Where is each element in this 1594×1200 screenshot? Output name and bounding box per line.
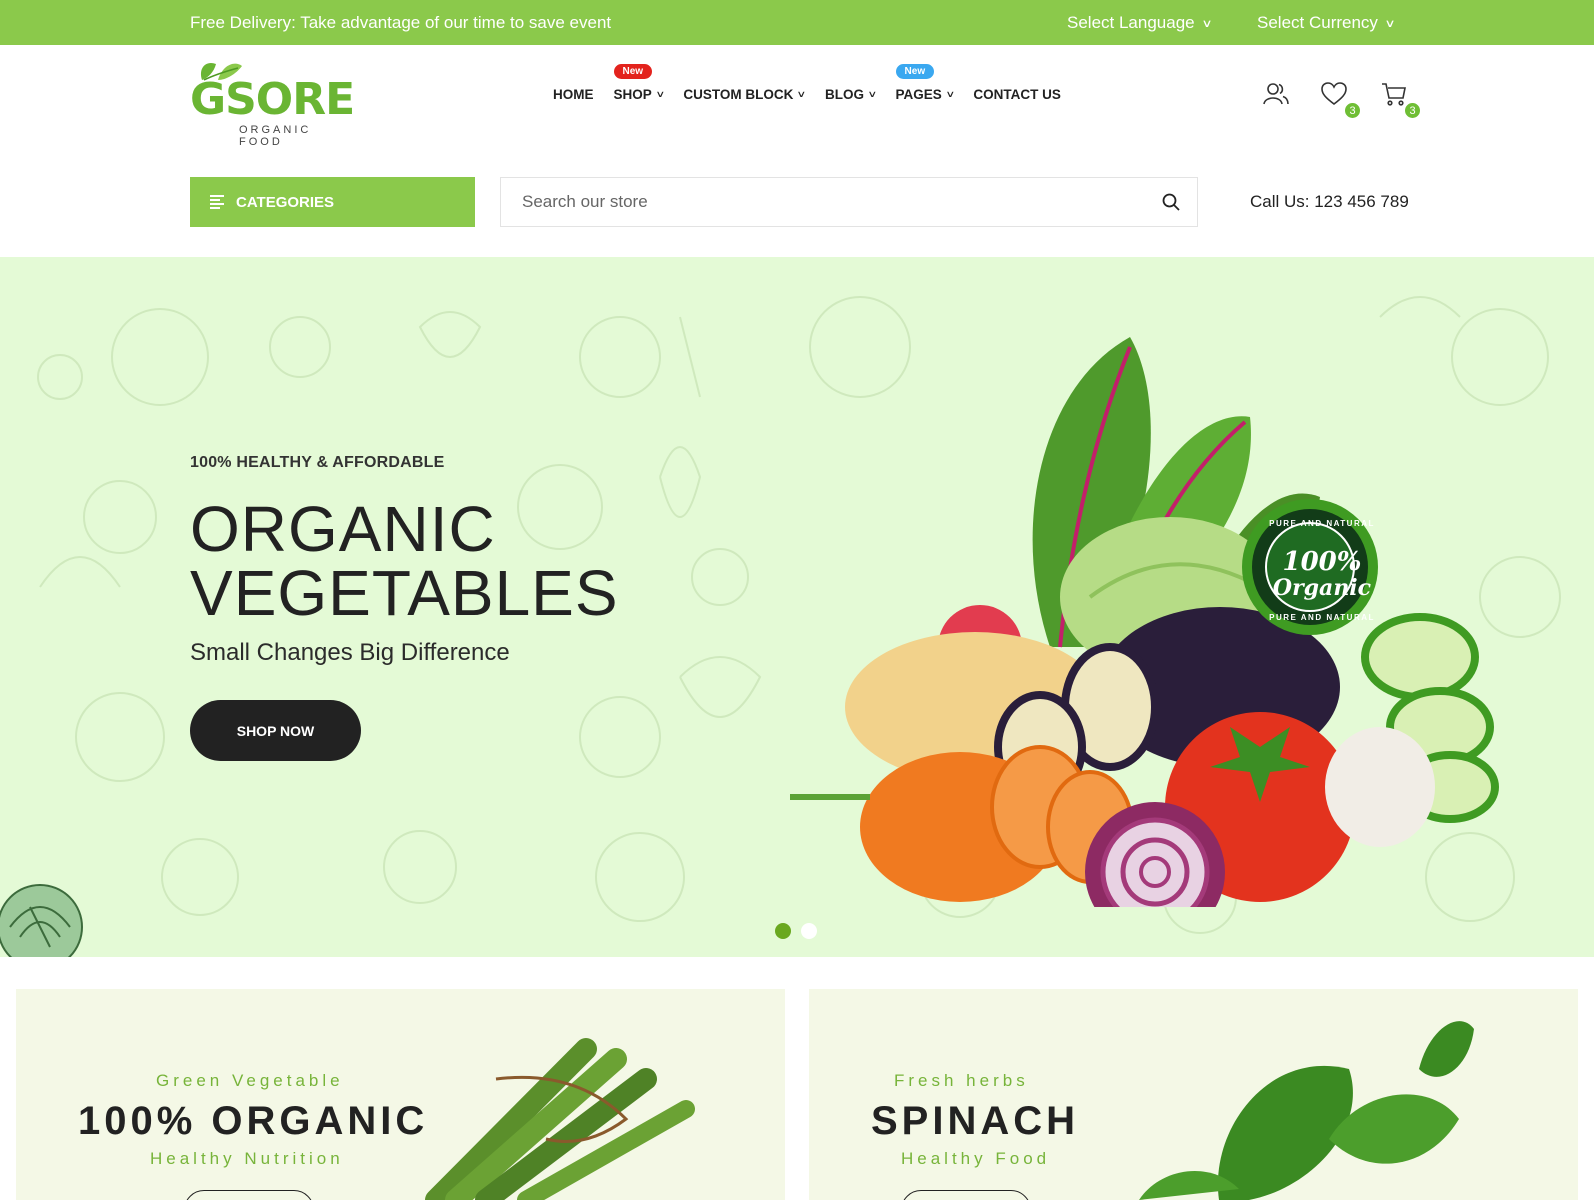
chevron-down-icon: ∨ [796, 89, 807, 99]
promo-banner-spinach[interactable]: Fresh herbs SPINACH Healthy Food [809, 989, 1578, 1200]
account-button[interactable] [1262, 80, 1292, 110]
banner-shop-button[interactable] [184, 1190, 314, 1200]
top-bar: Free Delivery: Take advantage of our tim… [0, 0, 1594, 45]
hero-title-line-1: ORGANIC [190, 493, 496, 565]
organic-seal: PURE AND NATURAL 100% Organic PURE AND N… [1254, 505, 1390, 641]
search-box [500, 177, 1198, 227]
nav-pages[interactable]: New PAGES ∨ [895, 64, 956, 102]
nav-custom-block[interactable]: CUSTOM BLOCK ∨ [683, 87, 807, 102]
vegetables-image [790, 337, 1499, 907]
nav-shop[interactable]: New SHOP ∨ [613, 64, 666, 102]
nav-contact[interactable]: CONTACT US [973, 87, 1061, 102]
nav-blog-label: BLOG [824, 87, 864, 102]
site-logo[interactable]: GSORE ORGANIC FOOD [190, 58, 360, 148]
cabbage-illustration [0, 884, 83, 957]
asparagus-image [425, 1038, 695, 1200]
chevron-down-icon: ∨ [867, 89, 878, 99]
menu-icon [210, 195, 224, 209]
chevron-down-icon: ∨ [655, 89, 666, 99]
banner-kicker: Green Vegetable [156, 1071, 344, 1090]
banner-subtitle: Healthy Nutrition [150, 1149, 344, 1168]
chevron-down-icon: ∨ [1200, 17, 1213, 30]
banner-title: 100% ORGANIC [78, 1099, 429, 1143]
nav-pages-label: PAGES [895, 87, 942, 102]
currency-selector[interactable]: Select Currency ∨ [1257, 13, 1396, 33]
main-nav: HOME New SHOP ∨ CUSTOM BLOCK ∨ BLOG ∨ Ne… [553, 64, 1081, 102]
hero-title: ORGANIC VEGETABLES [190, 497, 619, 625]
logo-wordmark: GSORE [190, 74, 355, 125]
banner-subtitle: Healthy Food [901, 1149, 1051, 1168]
currency-label: Select Currency [1257, 13, 1378, 32]
hero-kicker: 100% HEALTHY & AFFORDABLE [190, 454, 445, 471]
seal-line-2: Organic [1272, 575, 1372, 601]
nav-home-label: HOME [553, 87, 594, 102]
promo-text: Free Delivery: Take advantage of our tim… [190, 13, 612, 32]
banner-title: SPINACH [871, 1099, 1080, 1143]
user-icon [1263, 83, 1289, 105]
shop-now-button[interactable]: SHOP NOW [190, 700, 361, 761]
call-us-text: Call Us: 123 456 789 [1250, 192, 1409, 211]
nav-shop-label: SHOP [613, 87, 652, 102]
nav-blog[interactable]: BLOG ∨ [824, 87, 878, 102]
banner-kicker: Fresh herbs [894, 1071, 1029, 1090]
spinach-image [1139, 1021, 1474, 1200]
language-selector[interactable]: Select Language ∨ [1067, 13, 1213, 33]
chevron-down-icon: ∨ [1384, 17, 1396, 30]
hero-title-line-2: VEGETABLES [190, 557, 619, 629]
hero-subtitle: Small Changes Big Difference [190, 639, 510, 666]
hero-slider: 100% HEALTHY & AFFORDABLE ORGANIC VEGETA… [0, 257, 1594, 957]
shop-now-label: SHOP NOW [236, 722, 315, 739]
categories-button[interactable]: CATEGORIES [190, 177, 475, 227]
wishlist-button[interactable]: 3 [1320, 80, 1362, 120]
cart-button[interactable]: 3 [1380, 80, 1422, 120]
logo-tagline: ORGANIC FOOD [239, 124, 312, 148]
slider-dot-2[interactable] [801, 923, 817, 939]
nav-home[interactable]: HOME [553, 87, 594, 102]
promo-banner-organic[interactable]: Green Vegetable 100% ORGANIC Healthy Nut… [16, 989, 785, 1200]
cart-count: 3 [1403, 101, 1422, 120]
search-icon[interactable] [1161, 192, 1181, 212]
slider-dot-1[interactable] [775, 923, 791, 939]
nav-contact-label: CONTACT US [973, 87, 1061, 102]
seal-bottom-text: PURE AND NATURAL [1269, 613, 1375, 622]
new-badge: New [613, 64, 653, 79]
language-label: Select Language [1067, 13, 1195, 32]
cart-icon [1382, 83, 1406, 106]
categories-label: CATEGORIES [236, 193, 335, 211]
new-badge: New [895, 64, 935, 79]
seal-line-1: 100% [1282, 547, 1362, 577]
seal-top-text: PURE AND NATURAL [1269, 519, 1375, 528]
chevron-down-icon: ∨ [945, 89, 956, 99]
wishlist-count: 3 [1343, 101, 1362, 120]
nav-custom-block-label: CUSTOM BLOCK [683, 87, 794, 102]
heart-icon [1321, 82, 1347, 106]
banner-shop-button[interactable] [901, 1190, 1031, 1200]
search-input[interactable] [501, 178, 1141, 226]
